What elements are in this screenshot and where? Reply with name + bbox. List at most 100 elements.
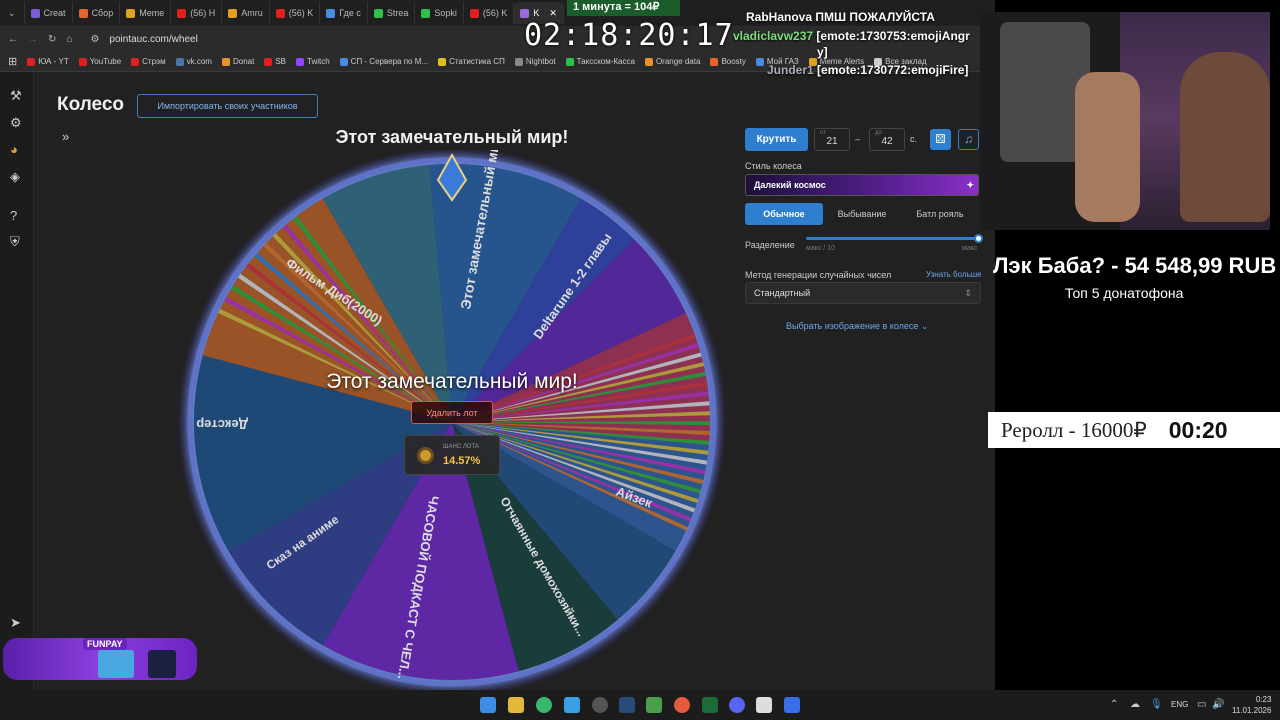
telegram-icon[interactable] (564, 697, 580, 713)
learn-more-link[interactable]: Узнать больше (926, 270, 982, 279)
bookmark-label: SB (275, 57, 286, 66)
volume-icon[interactable]: 🔊 (1212, 699, 1224, 710)
shield-icon[interactable]: ⛨ (10, 234, 20, 250)
bookmark-item[interactable]: Boosty (710, 57, 746, 66)
music-icon[interactable]: ♫ (958, 129, 979, 150)
monitor-icon[interactable]: ▭ (1197, 699, 1206, 710)
browser-tab[interactable]: Strea (368, 2, 416, 24)
system-clock[interactable]: 0:23 11.01.2026 (1232, 694, 1271, 716)
seconds-unit: с. (910, 134, 918, 144)
layers-icon[interactable]: ◈ (10, 169, 20, 185)
tab-label: Sopki (434, 8, 457, 18)
chrome-profile-icon[interactable] (674, 697, 690, 713)
cloud-icon[interactable]: ☁ (1130, 699, 1140, 710)
browser-tab[interactable]: (56) H (171, 2, 223, 24)
browser-tab[interactable]: Amru (222, 2, 270, 24)
folder-icon[interactable] (508, 697, 524, 713)
browser-tab[interactable]: Где с (320, 2, 368, 24)
bookmark-item[interactable]: vk.com (175, 57, 212, 66)
obs-icon[interactable] (592, 697, 608, 713)
bookmark-item[interactable]: YouTube (78, 57, 121, 66)
help-icon[interactable]: ? (10, 208, 17, 223)
mode-tab-elimination[interactable]: Выбывание (823, 203, 901, 225)
to-value: 42 (881, 136, 893, 147)
chevron-double-right-icon[interactable]: » (62, 129, 69, 144)
bookmark-item[interactable]: Donat (221, 57, 254, 66)
to-seconds-input[interactable]: до 42 (869, 128, 905, 151)
choose-image-link[interactable]: Выбрать изображение в колесе ⌄ (786, 321, 928, 332)
rng-method-select[interactable]: Стандартный ⇕ (745, 282, 981, 304)
choose-image-label: Выбрать изображение в колесе (786, 321, 919, 331)
app-icon[interactable] (756, 697, 772, 713)
close-icon[interactable]: ✕ (549, 8, 557, 19)
chat-message: y] (817, 45, 828, 59)
url-field[interactable]: pointauc.com/wheel (109, 34, 197, 45)
bookmark-icon (644, 57, 653, 66)
tab-label: (56) K (288, 8, 314, 18)
wheel-mode-tabs: Обычное Выбывание Батл рояль (745, 203, 979, 225)
spin-button[interactable]: Крутить (745, 128, 808, 151)
browser-tab[interactable]: (56) K (464, 2, 515, 24)
chat-message: ПМШ ПОЖАЛУЙСТА (815, 10, 935, 24)
bookmark-label: Orange data (655, 57, 701, 66)
split-slider-handle[interactable] (974, 234, 983, 243)
chat-user: Junder1 (767, 63, 814, 77)
mode-tab-normal[interactable]: Обычное (745, 203, 823, 225)
reload-icon[interactable]: ↻ (48, 34, 56, 45)
microphone-icon[interactable]: 🎙 (1150, 699, 1163, 710)
excel-icon[interactable] (702, 697, 718, 713)
back-icon[interactable]: ← (8, 34, 18, 45)
tab-list-button[interactable]: ⌄ (0, 2, 25, 24)
minecraft-icon[interactable] (646, 697, 662, 713)
discord-icon[interactable] (729, 697, 745, 713)
mode-tab-battle-royale[interactable]: Батл рояль (901, 203, 979, 225)
browser-tab[interactable]: Creat (25, 2, 73, 24)
browser-tab[interactable]: Сбор (73, 2, 121, 24)
browser-tab[interactable]: (56) K (270, 2, 321, 24)
bookmark-item[interactable]: Nightbot (514, 57, 556, 66)
chat-user: vladiclavw237 (733, 29, 814, 43)
app-icon[interactable] (784, 697, 800, 713)
start-icon[interactable] (480, 697, 496, 713)
forward-icon[interactable]: → (28, 34, 38, 45)
tab-favicon-icon (78, 8, 88, 18)
from-value: 21 (826, 136, 838, 147)
bookmark-label: Nightbot (525, 57, 556, 66)
site-info-icon[interactable]: ⚙ (90, 34, 99, 45)
delete-lot-button[interactable]: Удалить лот (411, 401, 493, 424)
tab-label: Meme (139, 8, 165, 18)
bookmark-item[interactable]: Orange data (644, 57, 701, 66)
from-seconds-input[interactable]: от 21 (814, 128, 850, 151)
browser-tab[interactable]: Meme (120, 2, 172, 24)
language-indicator[interactable]: ENG (1171, 700, 1188, 709)
telegram-icon[interactable]: ➤ (10, 615, 21, 631)
tab-label: Strea (386, 8, 409, 18)
chat-message: [emote:1730753:emojiAngr (816, 29, 970, 43)
sparkle-icon: ✦ (966, 179, 974, 190)
tab-favicon-icon (30, 8, 40, 18)
chrome-icon[interactable] (536, 697, 552, 713)
bookmark-item[interactable]: Таксском-Касса (565, 57, 635, 66)
webcam-feed (980, 12, 1270, 230)
home-icon[interactable]: ⌂ (66, 34, 72, 45)
dice-icon[interactable]: ⚄ (930, 129, 951, 150)
gavel-icon[interactable]: ⚒ (10, 88, 22, 104)
apps-grid-icon[interactable]: ⊞ (8, 55, 17, 68)
bookmark-item[interactable]: Статистика СП (438, 57, 505, 66)
bookmark-item[interactable]: СП - Сервера по М... (339, 57, 428, 66)
steam-icon[interactable] (619, 697, 635, 713)
split-slider-track[interactable] (806, 237, 980, 240)
import-participants-button[interactable]: Импортировать своих участников (137, 94, 318, 118)
bookmark-item[interactable]: Стрэм (131, 57, 166, 66)
wheel-style-select[interactable]: Далекий космос ✦ (745, 174, 979, 196)
bookmark-item[interactable]: ЮА - YT (27, 57, 69, 66)
wheel-icon[interactable]: ◕ (10, 142, 18, 157)
bookmark-item[interactable]: Twitch (296, 57, 330, 66)
browser-tab[interactable]: Sopki (415, 2, 464, 24)
bookmark-label: Таксском-Касса (576, 57, 635, 66)
gear-icon[interactable]: ⚙ (10, 115, 22, 131)
twitch-icon (296, 57, 304, 66)
wheel-style-value: Далекий космос (754, 180, 826, 190)
tray-chevron-icon[interactable]: ⌃ (1110, 699, 1118, 710)
bookmark-item[interactable]: SB (264, 57, 286, 66)
